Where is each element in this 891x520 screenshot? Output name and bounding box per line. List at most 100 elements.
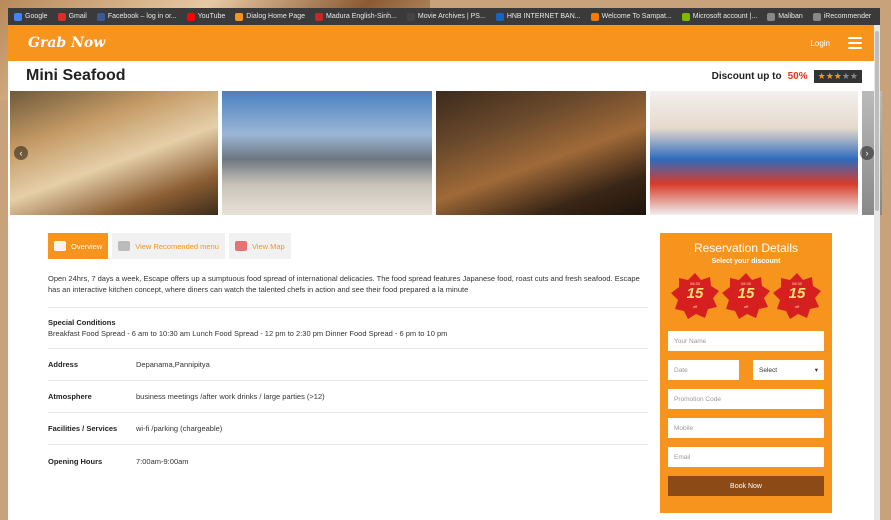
bookmark-item[interactable]: Welcome To Sampat... [590, 12, 672, 21]
reservation-panel: Reservation Details Select your discount… [660, 233, 832, 513]
bookmark-item[interactable]: Dialog Home Page [235, 12, 306, 21]
mobile-field[interactable]: Mobile [668, 418, 824, 438]
bookmark-favicon-icon [767, 12, 776, 21]
reservation-subtitle: Select your discount [711, 258, 781, 265]
gallery-photo[interactable] [222, 91, 432, 215]
detail-key: Facilities / Services [48, 424, 118, 433]
bookmark-label: iRecommender [823, 13, 872, 20]
caret-down-icon: ▾ [814, 367, 818, 374]
discount-label: Discount up to [711, 70, 782, 82]
bookmark-favicon-icon [495, 12, 504, 21]
bookmark-item[interactable]: Microsoft account |... [681, 12, 758, 21]
content-area: Overview View Recomended menu View Map O… [8, 219, 880, 520]
scrollbar-thumb[interactable] [875, 31, 879, 211]
restaurant-header: Mini Seafood Discount up to 50% ★★★★★ [8, 61, 880, 91]
detail-key: Atmosphere [48, 392, 92, 401]
bookmark-label: Maliban [778, 13, 803, 20]
bookmark-favicon-icon [315, 12, 324, 21]
description: Open 24hrs, 7 days a week, Escape offers… [48, 273, 648, 308]
bookmark-item[interactable]: Madura English-Sinh... [315, 12, 397, 21]
bookmark-favicon-icon [812, 12, 821, 21]
detail-key: Address [48, 360, 79, 369]
page-title: Mini Seafood [26, 67, 126, 84]
bookmark-label: Gmail [68, 13, 87, 20]
bookmark-label: Dialog Home Page [246, 13, 306, 20]
map-pin-icon [234, 241, 247, 251]
book-now-button[interactable]: Book Now [668, 476, 824, 496]
bookmark-label: Google [25, 13, 48, 20]
bookmark-item[interactable]: HNB INTERNET BAN... [495, 12, 581, 21]
bookmark-item[interactable]: YouTube [186, 12, 226, 21]
tab-overview[interactable]: Overview [48, 233, 109, 259]
detail-row-atmosphere: Atmosphere business meetings /after work… [48, 381, 648, 413]
special-conditions: Special Conditions Breakfast Food Spread… [48, 308, 648, 349]
detail-value: business meetings /after work drinks / l… [136, 392, 325, 401]
tab-label: Overview [71, 241, 103, 251]
bookmark-label: Microsoft account |... [692, 13, 758, 20]
discount-offer-badge[interactable]: 08:30 15 off [721, 271, 771, 321]
bookmark-label: Welcome To Sampat... [601, 13, 672, 20]
offer-value: 15 [686, 285, 704, 302]
login-link[interactable]: Login [810, 39, 830, 48]
offer-value: 15 [788, 285, 806, 302]
page-scrollbar[interactable] [874, 25, 880, 520]
bookmark-favicon-icon [14, 12, 22, 21]
bookmark-label: Facebook – log in or... [107, 13, 177, 20]
reservation-title: Reservation Details [693, 241, 799, 255]
bookmark-item[interactable]: Gmail [57, 12, 87, 21]
bookmark-favicon-icon [590, 12, 599, 21]
detail-key: Opening Hours [48, 456, 103, 466]
bookmarks-bar: Google Gmail Facebook – log in or... YouTub… [8, 8, 880, 25]
promotion-code-field[interactable]: Promotion Code [668, 389, 824, 409]
bookmark-favicon-icon [186, 12, 195, 21]
menu-card-icon [118, 241, 131, 251]
detail-value: Depanama,Pannipitya [136, 360, 210, 369]
bookmark-item[interactable]: Movie Archives | PS... [406, 12, 486, 21]
offer-value: 15 [737, 285, 755, 302]
chevron-left-icon[interactable]: ‹ [14, 146, 28, 160]
bookmark-label: Madura English-Sinh... [326, 13, 397, 20]
offer-unit: off [794, 304, 800, 309]
discount-offer-badge[interactable]: 08:30 15 off [772, 271, 822, 321]
detail-row-facilities: Facilities / Services wi-fi /parking (ch… [48, 413, 648, 445]
bookmark-favicon-icon [57, 12, 66, 21]
discount-info: Discount up to 50% ★★★★★ [711, 69, 862, 83]
detail-row-address: Address Depanama,Pannipitya [48, 349, 648, 381]
tab-view-map[interactable]: View Map [228, 233, 291, 259]
photo-gallery: ‹ › [8, 91, 882, 219]
discount-offers: 08:30 15 off 08:30 15 off 08:30 15 off [668, 271, 824, 321]
bookmark-item[interactable]: Google [14, 12, 48, 21]
brand-logo[interactable]: Grab Now [28, 35, 105, 51]
gallery-photo[interactable] [650, 91, 858, 215]
discount-offer-badge[interactable]: 08:30 15 off [670, 271, 720, 321]
navbar-actions: Login [810, 37, 862, 49]
date-select-row: Date Select ▾ [668, 360, 824, 389]
bookmark-item[interactable]: Facebook – log in or... [96, 12, 177, 21]
special-conditions-title: Special Conditions [48, 318, 116, 327]
bookmark-favicon-icon [681, 12, 690, 21]
offer-unit: off [692, 304, 698, 309]
date-field[interactable]: Date [668, 360, 739, 380]
rating-stars: ★★★★★ [813, 69, 862, 83]
bookmark-label: YouTube [197, 13, 226, 20]
discount-value: 50% [787, 70, 808, 82]
time-select[interactable]: Select ▾ [753, 360, 824, 380]
tab-label: View Recomended menu [135, 241, 219, 251]
name-field[interactable]: Your Name [668, 331, 824, 351]
bookmark-favicon-icon [96, 12, 105, 21]
detail-value: 7:00am-9:00am [136, 456, 189, 466]
tab-recommended-menu[interactable]: View Recomended menu [112, 233, 225, 259]
email-field[interactable]: Email [668, 447, 824, 467]
tab-label: View Map [251, 241, 285, 251]
bookmark-item[interactable]: iRecommender [812, 12, 872, 21]
bookmark-label: Movie Archives | PS... [417, 13, 486, 20]
bookmark-favicon-icon [406, 12, 415, 21]
chevron-right-icon[interactable]: › [860, 146, 874, 160]
stars-empty-icon: ★★ [841, 70, 858, 81]
gallery-photo[interactable] [10, 91, 218, 215]
gallery-photo[interactable] [436, 91, 646, 215]
bookmark-item[interactable]: Maliban [767, 12, 803, 21]
stars-filled-icon: ★★★ [817, 70, 842, 81]
bookmark-favicon-icon [235, 12, 244, 21]
menu-icon[interactable] [848, 37, 862, 49]
